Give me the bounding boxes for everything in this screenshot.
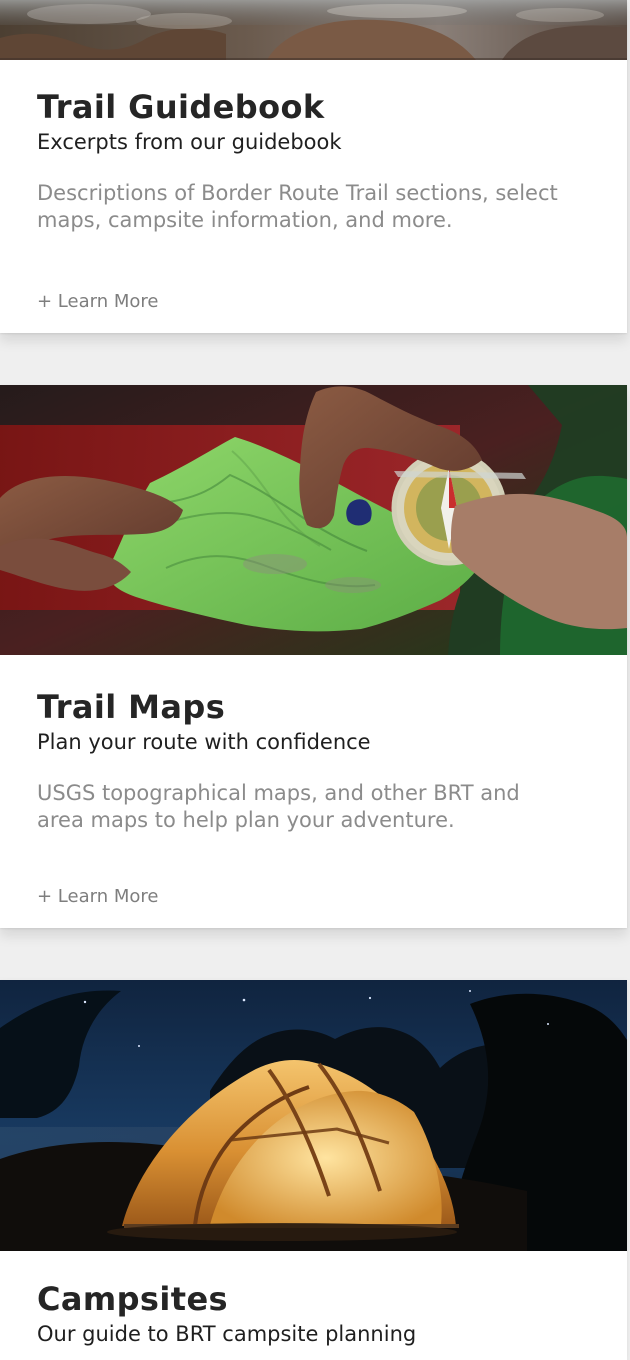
rocky-stream-image (0, 0, 627, 60)
maps-learn-more-link[interactable]: + Learn More (37, 886, 158, 907)
guidebook-card-content: Trail Guidebook Excerpts from our guideb… (0, 60, 627, 333)
guidebook-description: Descriptions of Border Route Trail secti… (37, 181, 558, 233)
maps-title: Trail Maps (37, 688, 226, 726)
campsites-subtitle: Our guide to BRT campsite planning (37, 1322, 417, 1346)
campsites-card: Campsites Our guide to BRT campsite plan… (0, 980, 627, 1360)
trail-guidebook-card: Trail Guidebook Excerpts from our guideb… (0, 0, 627, 333)
guidebook-title: Trail Guidebook (37, 88, 325, 126)
guidebook-learn-more-link[interactable]: + Learn More (37, 291, 158, 312)
cards-page: Trail Guidebook Excerpts from our guideb… (0, 0, 630, 1360)
tent-night-image (0, 980, 627, 1251)
maps-card-content: Trail Maps Plan your route with confiden… (0, 655, 627, 928)
guidebook-subtitle: Excerpts from our guidebook (37, 130, 342, 154)
trail-maps-card: Trail Maps Plan your route with confiden… (0, 385, 627, 928)
maps-subtitle: Plan your route with confidence (37, 730, 371, 754)
map-compass-image (0, 385, 627, 655)
campsites-title: Campsites (37, 1280, 228, 1318)
campsites-card-content: Campsites Our guide to BRT campsite plan… (0, 1251, 627, 1360)
maps-description: USGS topographical maps, and other BRT a… (37, 781, 520, 833)
